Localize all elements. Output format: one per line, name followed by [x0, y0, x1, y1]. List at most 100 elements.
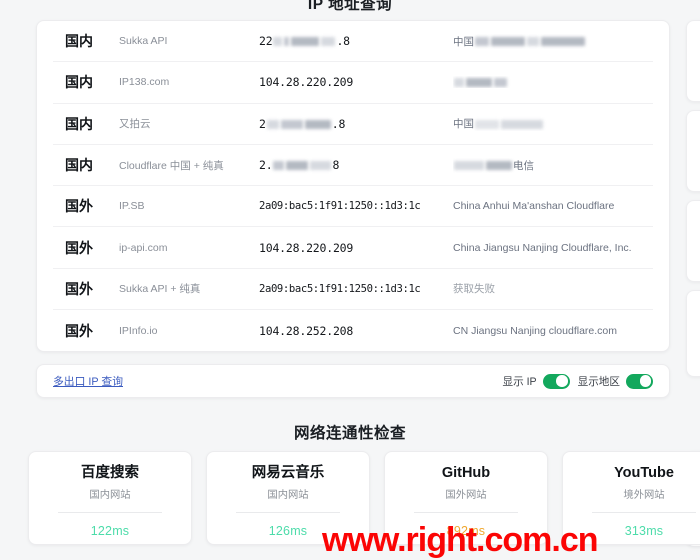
row-scope: 国外 [65, 280, 93, 297]
toggle-show-region[interactable]: 显示地区 [577, 373, 653, 389]
table-row[interactable]: 国外 ip-api.com 104.28.220.209 China Jiang… [53, 227, 653, 269]
toggle-show-region-switch[interactable] [626, 373, 653, 389]
row-scope: 国内 [65, 115, 93, 132]
toggle-controls: 显示 IP 显示地区 [502, 373, 653, 389]
toggle-show-ip-switch[interactable] [542, 373, 570, 389]
page-root: IP 地址查询 国内 Sukka API 22.8 中国 国内 IP138.co… [0, 0, 700, 560]
row-source: ip-api.com [119, 241, 168, 254]
location-prefix: 中国 [453, 35, 474, 48]
site-name: 网易云音乐 [251, 465, 325, 481]
row-source: IPInfo.io [119, 324, 158, 337]
redaction-block [486, 161, 512, 171]
redaction-block [304, 119, 331, 129]
row-scope: 国内 [65, 33, 93, 50]
location-prefix: 中国 [453, 118, 474, 131]
redaction-block [541, 37, 585, 47]
divider [592, 512, 696, 513]
offscreen-card-right-1 [686, 20, 700, 102]
redaction-block [273, 161, 285, 171]
site-name: GitHub [441, 465, 491, 481]
redaction-block [310, 161, 332, 171]
offscreen-card-right-2 [686, 110, 700, 192]
row-scope: 国外 [65, 239, 93, 256]
table-row[interactable]: 国外 IP.SB 2a09:bac5:1f91:1250::1d3:1c Chi… [53, 186, 653, 228]
redaction-block [527, 37, 539, 47]
redaction-block [501, 119, 543, 129]
redaction-block [286, 161, 309, 171]
row-ip-address: 2a09:bac5:1f91:1250::1d3:1c [259, 200, 421, 213]
connectivity-card-baidu[interactable]: 百度搜索 国内网站 122ms [28, 451, 192, 545]
table-row[interactable]: 国内 Sukka API 22.8 中国 [53, 21, 653, 63]
table-row[interactable]: 国内 又拍云 2.8 中国 [53, 104, 653, 145]
row-source: Cloudflare 中国 + 纯真 [119, 159, 224, 172]
redaction-block [475, 37, 489, 47]
row-ip-address: 104.28.252.208 [259, 323, 354, 338]
redaction-block [494, 78, 507, 88]
row-location: 中国 [453, 34, 653, 49]
location-suffix: 电信 [513, 159, 534, 172]
page-title-connectivity: 网络连通性检查 [293, 425, 406, 442]
row-ip-address: 22.8 [259, 34, 453, 48]
redaction-block [284, 37, 290, 47]
latency-value: 122ms [90, 524, 130, 538]
redaction-block [266, 119, 279, 129]
redaction-block [475, 119, 499, 129]
row-source: Sukka API [119, 35, 168, 48]
row-location: 中国 [453, 116, 653, 131]
row-location [453, 76, 653, 88]
redaction-block [291, 37, 320, 47]
row-source: Sukka API + 纯真 [119, 283, 201, 296]
site-kind: 国内网站 [89, 490, 131, 501]
toggle-show-ip[interactable]: 显示 IP [502, 373, 570, 389]
ip-prefix: 2. [259, 158, 273, 173]
row-source: 又拍云 [119, 118, 151, 131]
multi-exit-ip-query-link[interactable]: 多出口 IP 查询 [53, 373, 123, 389]
page-title-ip-lookup: IP 地址查询 [307, 0, 393, 13]
toggle-show-ip-label: 显示 IP [502, 375, 537, 388]
row-scope: 国外 [65, 322, 93, 339]
row-location: China Jiangsu Nanjing Cloudflare, Inc. [453, 241, 632, 254]
divider [58, 512, 162, 513]
row-ip-address: 2.8 [259, 117, 453, 131]
toggle-show-region-label: 显示地区 [577, 375, 620, 388]
redaction-block [273, 37, 283, 47]
ip-results-card: 国内 Sukka API 22.8 中国 国内 IP138.com 104.28… [36, 20, 670, 352]
row-location: 获取失败 [453, 283, 495, 296]
offscreen-card-right-4 [686, 290, 700, 377]
site-name: 百度搜索 [81, 465, 139, 481]
redaction-block [454, 161, 484, 171]
ip-card-footer: 多出口 IP 查询 显示 IP 显示地区 [36, 364, 670, 398]
watermark-text: www.right.com.cn [322, 521, 599, 559]
row-location: China Anhui Ma'anshan Cloudflare [453, 200, 615, 213]
ip-suffix: .8 [336, 34, 350, 49]
redaction-block [491, 37, 525, 47]
row-scope: 国外 [65, 198, 93, 215]
table-row[interactable]: 国外 Sukka API + 纯真 2a09:bac5:1f91:1250::1… [53, 269, 653, 311]
row-ip-address: 2a09:bac5:1f91:1250::1d3:1c [259, 282, 421, 295]
redaction-block [454, 78, 464, 88]
divider [414, 512, 518, 513]
table-row[interactable]: 国内 IP138.com 104.28.220.209 [53, 62, 653, 104]
row-scope: 国内 [65, 157, 93, 174]
offscreen-card-right-3 [686, 200, 700, 282]
divider [236, 512, 340, 513]
ip-prefix: 22 [259, 34, 273, 49]
table-row[interactable]: 国内 Cloudflare 中国 + 纯真 2. 8 电信 [53, 145, 653, 187]
redaction-block [466, 78, 492, 88]
row-source: IP.SB [119, 200, 145, 213]
row-ip-address: 2.8 [259, 158, 453, 172]
ip-suffix: 8 [332, 158, 340, 173]
row-location: CN Jiangsu Nanjing cloudflare.com [453, 324, 617, 337]
ip-prefix: 2 [259, 116, 266, 131]
row-location: 电信 [453, 158, 653, 173]
ip-suffix: .8 [331, 116, 346, 131]
site-kind: 境外网站 [623, 490, 665, 501]
site-name: YouTube [614, 465, 674, 481]
redaction-block [321, 37, 336, 47]
site-kind: 国外网站 [445, 490, 487, 501]
redaction-block [280, 119, 303, 129]
toggle-knob-icon [639, 375, 652, 387]
site-kind: 国内网站 [267, 490, 309, 501]
row-ip-address: 104.28.220.209 [259, 75, 354, 90]
table-row[interactable]: 国外 IPInfo.io 104.28.252.208 CN Jiangsu N… [53, 310, 653, 351]
